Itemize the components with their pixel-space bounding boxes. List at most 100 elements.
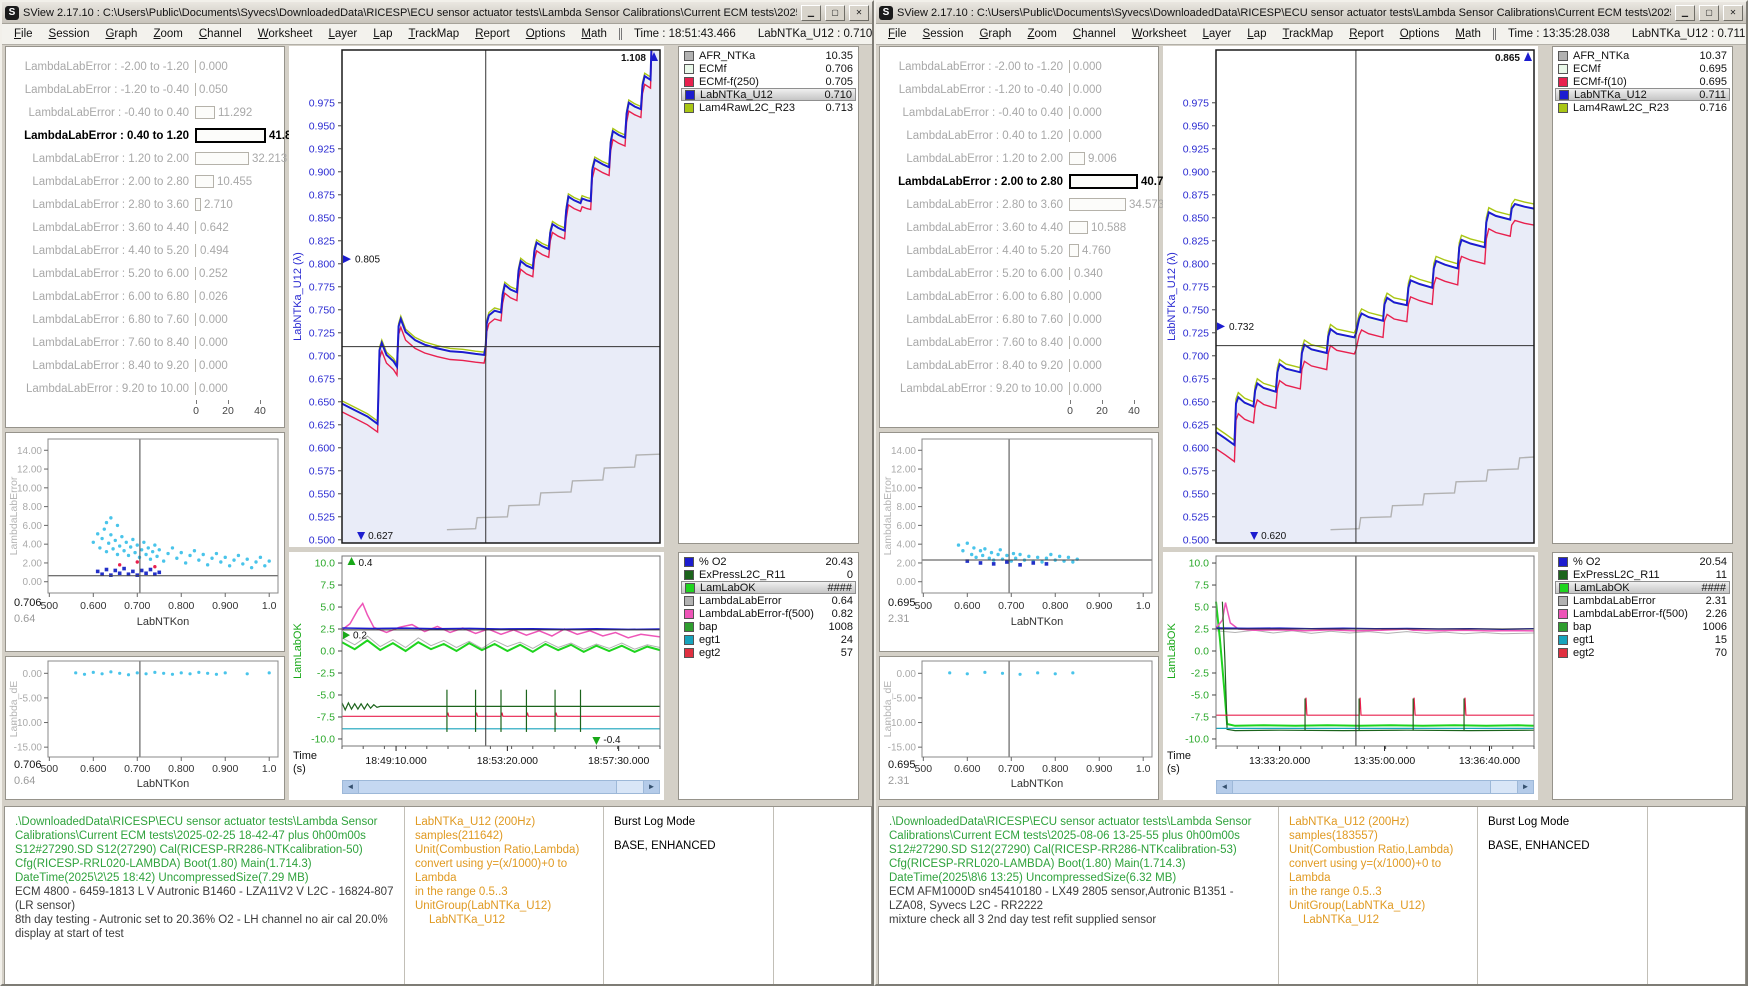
titlebar[interactable]: S SView 2.17.10 : C:\Users\Public\Docume… <box>2 2 872 24</box>
histogram-row[interactable]: LambdaLabError : 2.00 to 2.8040.733 <box>880 170 1158 193</box>
histogram-row[interactable]: LambdaLabError : 9.20 to 10.000.000 <box>6 377 284 400</box>
histogram-row[interactable]: LambdaLabError : -2.00 to -1.200.000 <box>6 55 284 78</box>
histogram-row[interactable]: LambdaLabError : 2.80 to 3.6034.573 <box>880 193 1158 216</box>
titlebar[interactable]: S SView 2.17.10 : C:\Users\Public\Docume… <box>876 2 1746 24</box>
delta-scatter-plot[interactable]: 0.00-5.00-10.00-15.005000.6000.7000.8000… <box>880 657 1158 799</box>
histogram-row[interactable]: LambdaLabError : -1.20 to -0.400.050 <box>6 78 284 101</box>
lambda-time-chart[interactable]: 0.9750.9500.9250.9000.8750.8500.8250.800… <box>1163 46 1538 547</box>
delta-scatter-panel[interactable]: 0.00-5.00-10.00-15.005000.6000.7000.8000… <box>5 656 285 800</box>
horizontal-scrollbar[interactable]: ◄ ► <box>1216 780 1534 794</box>
histogram-row[interactable]: LambdaLabError : 3.60 to 4.400.642 <box>6 216 284 239</box>
legend-row-afr-ntka[interactable]: AFR_NTKa10.37 <box>1555 49 1730 62</box>
histogram-row[interactable]: LambdaLabError : 7.60 to 8.400.000 <box>6 331 284 354</box>
legend-row-expressl2c-r11[interactable]: ExPressL2C_R110 <box>681 568 856 581</box>
main-chart-panel[interactable]: 0.9750.9500.9250.9000.8750.8500.8250.800… <box>289 46 664 547</box>
menu-item-file[interactable]: File <box>6 26 41 42</box>
menu-item-channel[interactable]: Channel <box>1065 26 1124 42</box>
histogram-row[interactable]: LambdaLabError : 7.60 to 8.400.000 <box>880 331 1158 354</box>
histogram-row[interactable]: LambdaLabError : 0.40 to 1.2041.865 <box>6 124 284 147</box>
maximize-button[interactable]: ▢ <box>1699 5 1719 21</box>
menu-item-layer[interactable]: Layer <box>320 26 365 42</box>
scroll-thumb[interactable] <box>359 781 617 793</box>
menu-item-trackmap[interactable]: TrackMap <box>400 26 467 42</box>
histogram-row[interactable]: LambdaLabError : 4.40 to 5.200.494 <box>6 239 284 262</box>
histogram-row[interactable]: LambdaLabError : -1.20 to -0.400.000 <box>880 78 1158 101</box>
scroll-track-gap[interactable] <box>1491 781 1517 793</box>
lower-chart-panel[interactable]: 10.07.55.02.50.0-2.5-5.0-7.5-10.0LamLabO… <box>289 552 664 800</box>
legend-row-labntka-u12[interactable]: LabNTKa_U120.710 <box>681 88 856 101</box>
legend-row-egt1[interactable]: egt124 <box>681 633 856 646</box>
legend-row-afr-ntka[interactable]: AFR_NTKa10.35 <box>681 49 856 62</box>
main-chart-panel[interactable]: 0.9750.9500.9250.9000.8750.8500.8250.800… <box>1163 46 1538 547</box>
histogram-row[interactable]: LambdaLabError : 1.20 to 2.0032.213 <box>6 147 284 170</box>
menu-item-lap[interactable]: Lap <box>365 26 400 42</box>
menu-item-report[interactable]: Report <box>467 26 518 42</box>
menu-item-zoom[interactable]: Zoom <box>1019 26 1064 42</box>
error-scatter-plot[interactable]: 14.0012.0010.008.006.004.002.000.005000.… <box>880 433 1158 651</box>
close-button[interactable]: ✕ <box>849 5 869 21</box>
histogram-row[interactable]: LambdaLabError : 8.40 to 9.200.000 <box>6 354 284 377</box>
histogram-row[interactable]: LambdaLabError : 2.80 to 3.602.710 <box>6 193 284 216</box>
scroll-track-gap[interactable] <box>617 781 643 793</box>
menu-item-worksheet[interactable]: Worksheet <box>250 26 321 42</box>
histogram-row[interactable]: LambdaLabError : 1.20 to 2.009.006 <box>880 147 1158 170</box>
delta-scatter-plot[interactable]: 0.00-5.00-10.00-15.005000.6000.7000.8000… <box>6 657 284 799</box>
histogram-row[interactable]: LambdaLabError : 2.00 to 2.8010.455 <box>6 170 284 193</box>
histogram-row[interactable]: LambdaLabError : 6.00 to 6.800.026 <box>6 285 284 308</box>
menu-item-lap[interactable]: Lap <box>1239 26 1274 42</box>
horizontal-scrollbar[interactable]: ◄ ► <box>342 780 660 794</box>
legend-row-egt1[interactable]: egt115 <box>1555 633 1730 646</box>
histogram-row[interactable]: LambdaLabError : 4.40 to 5.204.760 <box>880 239 1158 262</box>
legend-row-ecmf-f-250-[interactable]: ECMf-f(250)0.705 <box>681 75 856 88</box>
menu-item-report[interactable]: Report <box>1341 26 1392 42</box>
menu-item-options[interactable]: Options <box>518 26 574 42</box>
legend-row-expressl2c-r11[interactable]: ExPressL2C_R1111 <box>1555 568 1730 581</box>
legend-row-ecmf[interactable]: ECMf0.706 <box>681 62 856 75</box>
scroll-right-arrow[interactable]: ► <box>1517 781 1533 793</box>
error-scatter-panel[interactable]: 14.0012.0010.008.006.004.002.000.005000.… <box>5 432 285 652</box>
legend-row-bap[interactable]: bap1006 <box>1555 620 1730 633</box>
legend-row-lambdalaberror-f-500-[interactable]: LambdaLabError-f(500)2.26 <box>1555 607 1730 620</box>
legend-row-egt2[interactable]: egt257 <box>681 646 856 659</box>
histogram-row[interactable]: LambdaLabError : 9.20 to 10.000.000 <box>880 377 1158 400</box>
legend-row-ecmf-f-10-[interactable]: ECMf-f(10)0.695 <box>1555 75 1730 88</box>
lower-chart-panel[interactable]: 10.07.55.02.50.0-2.5-5.0-7.5-10.0LamLabO… <box>1163 552 1538 800</box>
legend-row-egt2[interactable]: egt270 <box>1555 646 1730 659</box>
scroll-thumb[interactable] <box>1233 781 1491 793</box>
minimize-button[interactable]: ▁ <box>1675 5 1695 21</box>
histogram-row[interactable]: LambdaLabError : -0.40 to 0.4011.292 <box>6 101 284 124</box>
legend-row-labntka-u12[interactable]: LabNTKa_U120.711 <box>1555 88 1730 101</box>
histogram-row[interactable]: LambdaLabError : 8.40 to 9.200.000 <box>880 354 1158 377</box>
legend-row--o2[interactable]: % O220.54 <box>1555 555 1730 568</box>
error-scatter-panel[interactable]: 14.0012.0010.008.006.004.002.000.005000.… <box>879 432 1159 652</box>
histogram-row[interactable]: LambdaLabError : 6.00 to 6.800.000 <box>880 285 1158 308</box>
scroll-left-arrow[interactable]: ◄ <box>1217 781 1233 793</box>
histogram-row[interactable]: LambdaLabError : 3.60 to 4.4010.588 <box>880 216 1158 239</box>
menu-item-zoom[interactable]: Zoom <box>145 26 190 42</box>
histogram-row[interactable]: LambdaLabError : 5.20 to 6.000.340 <box>880 262 1158 285</box>
histogram-row[interactable]: LambdaLabError : 6.80 to 7.600.000 <box>880 308 1158 331</box>
legend-row-lambdalaberror[interactable]: LambdaLabError2.31 <box>1555 594 1730 607</box>
legend-row-lamlabok[interactable]: LamLabOK#### <box>681 581 856 594</box>
menu-item-math[interactable]: Math <box>1447 26 1489 42</box>
maximize-button[interactable]: ▢ <box>825 5 845 21</box>
legend-row--o2[interactable]: % O220.43 <box>681 555 856 568</box>
histogram-row[interactable]: LambdaLabError : -2.00 to -1.200.000 <box>880 55 1158 78</box>
minimize-button[interactable]: ▁ <box>801 5 821 21</box>
legend-row-lam4rawl2c-r23[interactable]: Lam4RawL2C_R230.713 <box>681 101 856 114</box>
delta-scatter-panel[interactable]: 0.00-5.00-10.00-15.005000.6000.7000.8000… <box>879 656 1159 800</box>
menu-item-options[interactable]: Options <box>1392 26 1448 42</box>
legend-row-ecmf[interactable]: ECMf0.695 <box>1555 62 1730 75</box>
menu-item-graph[interactable]: Graph <box>97 26 145 42</box>
lambda-time-chart[interactable]: 0.9750.9500.9250.9000.8750.8500.8250.800… <box>289 46 664 547</box>
menu-item-math[interactable]: Math <box>573 26 615 42</box>
histogram-row[interactable]: LambdaLabError : 5.20 to 6.000.252 <box>6 262 284 285</box>
legend-row-bap[interactable]: bap1008 <box>681 620 856 633</box>
error-scatter-plot[interactable]: 14.0012.0010.008.006.004.002.000.005000.… <box>6 433 284 651</box>
menu-item-graph[interactable]: Graph <box>971 26 1019 42</box>
histogram-row[interactable]: LambdaLabError : 0.40 to 1.200.000 <box>880 124 1158 147</box>
menu-item-worksheet[interactable]: Worksheet <box>1124 26 1195 42</box>
menu-item-trackmap[interactable]: TrackMap <box>1274 26 1341 42</box>
scroll-left-arrow[interactable]: ◄ <box>343 781 359 793</box>
histogram-row[interactable]: LambdaLabError : 6.80 to 7.600.000 <box>6 308 284 331</box>
